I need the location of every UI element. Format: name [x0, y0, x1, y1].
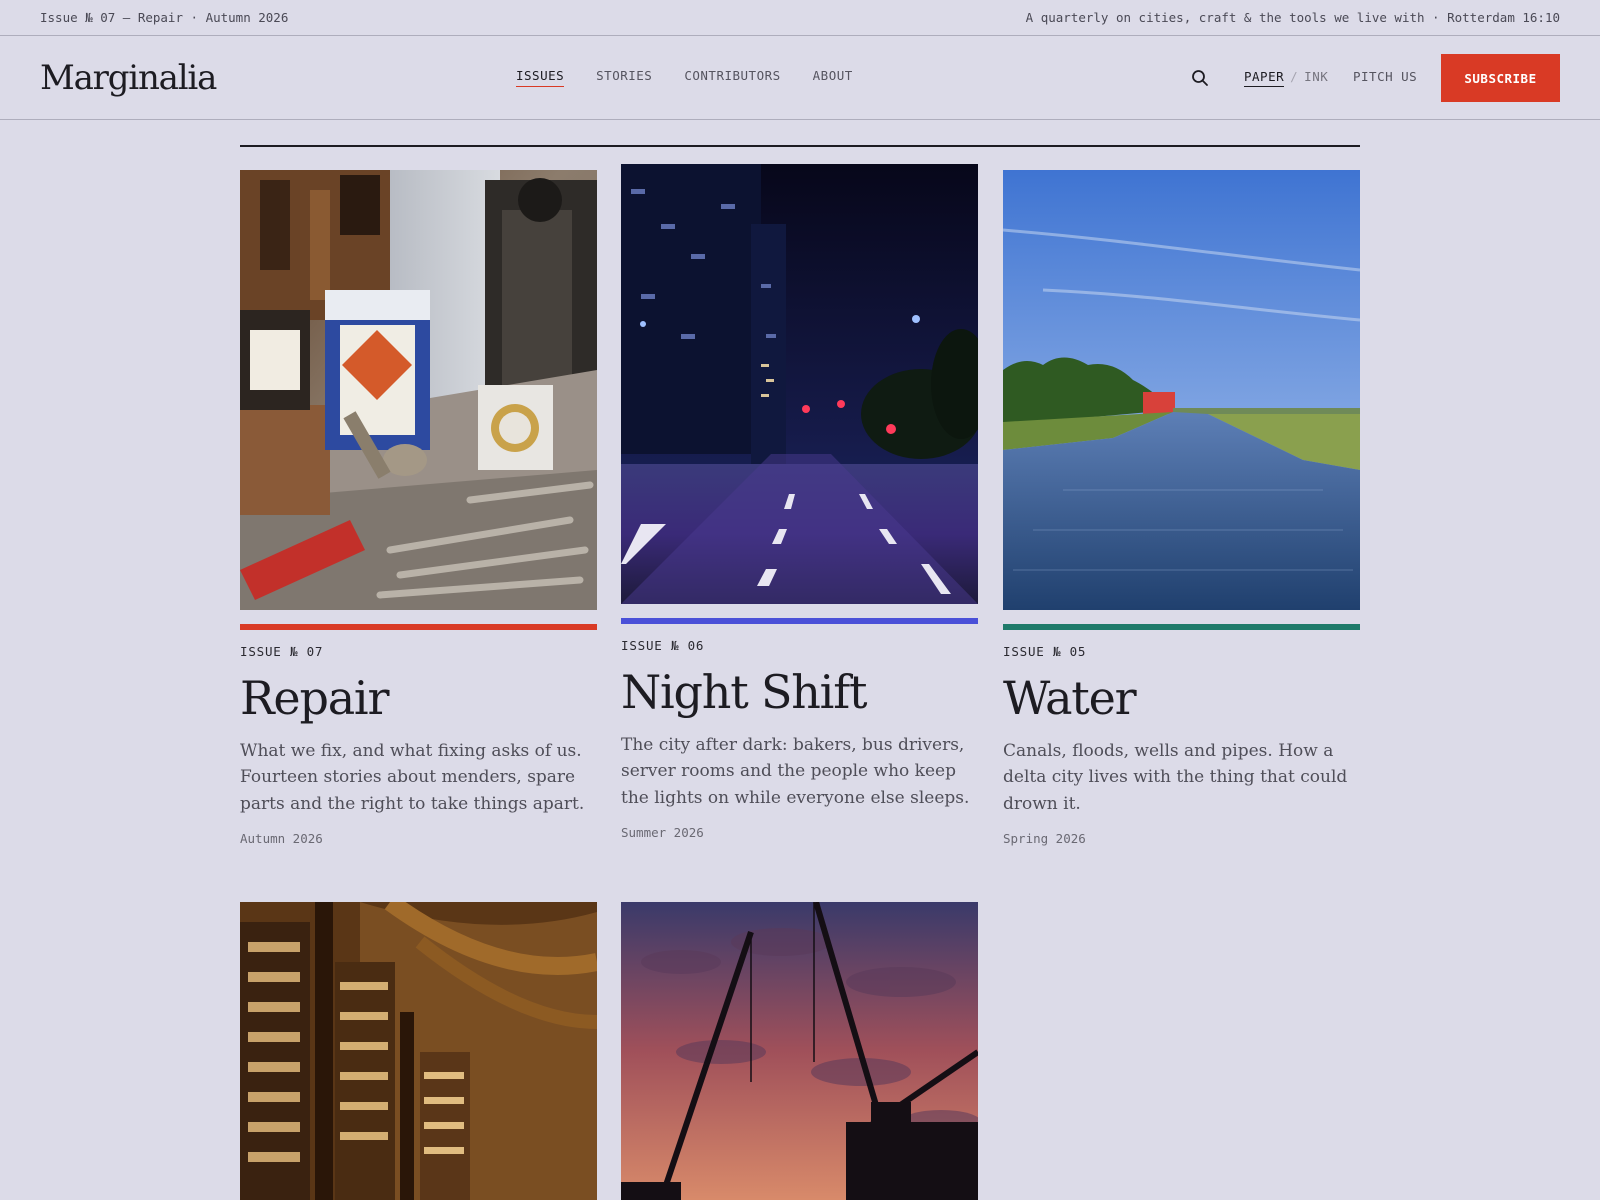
nav-stories[interactable]: STORIES — [596, 68, 652, 87]
subscribe-button[interactable]: SUBSCRIBE — [1441, 54, 1560, 102]
current-issue-text: Issue № 07 — Repair · Autumn 2026 — [40, 10, 289, 25]
issue-season: Spring 2026 — [1003, 831, 1086, 847]
issue-description: What we fix, and what fixing asks of us.… — [240, 740, 585, 814]
issue-card-water[interactable]: ISSUE № 05 Water Canals, floods, wells a… — [1003, 170, 1360, 846]
issue-season: Summer 2026 — [621, 825, 704, 841]
issue-description: Canals, floods, wells and pipes. How a d… — [1003, 740, 1348, 814]
nav-issues[interactable]: ISSUES — [516, 68, 565, 87]
main-nav: ISSUES STORIES CONTRIBUTORS ABOUT — [516, 68, 853, 87]
issue-cover-image[interactable] — [240, 170, 597, 610]
site-logo[interactable]: Marginalia — [40, 58, 217, 98]
issue-title[interactable]: Water — [1003, 673, 1360, 724]
issue-label: ISSUE № 05 — [1003, 644, 1087, 659]
issue-label: ISSUE № 07 — [240, 644, 324, 659]
issue-description: The city after dark: bakers, bus drivers… — [621, 734, 970, 808]
issue-color-stripe — [240, 624, 597, 630]
theme-toggle: PAPER / INK — [1244, 69, 1328, 87]
mode-ink-option[interactable]: INK — [1304, 69, 1328, 87]
top-bar: Issue № 07 — Repair · Autumn 2026 A quar… — [0, 0, 1600, 36]
issue-cover-image[interactable] — [240, 902, 597, 1200]
pitch-us-link[interactable]: PITCH US — [1353, 69, 1417, 84]
issue-cover-image[interactable] — [621, 902, 978, 1200]
issue-title[interactable]: Night Shift — [621, 667, 978, 718]
section-divider — [240, 145, 1360, 147]
issue-cover-image[interactable] — [621, 164, 978, 604]
issue-card-5[interactable] — [621, 902, 978, 1200]
issue-card-night-shift[interactable]: ISSUE № 06 Night Shift The city after da… — [621, 164, 978, 840]
search-icon[interactable] — [1191, 69, 1209, 87]
nav-contributors[interactable]: CONTRIBUTORS — [684, 68, 780, 87]
mode-paper-option[interactable]: PAPER — [1244, 69, 1285, 87]
site-header: Marginalia ISSUES STORIES CONTRIBUTORS A… — [0, 36, 1600, 120]
issue-card-4[interactable] — [240, 902, 597, 1200]
issue-season: Autumn 2026 — [240, 831, 323, 847]
mode-separator: / — [1290, 69, 1299, 84]
issue-card-repair[interactable]: ISSUE № 07 Repair What we fix, and what … — [240, 170, 597, 846]
tagline-text: A quarterly on cities, craft & the tools… — [1025, 10, 1560, 25]
issue-cover-image[interactable] — [1003, 170, 1360, 610]
issue-color-stripe — [621, 618, 978, 624]
issue-color-stripe — [1003, 624, 1360, 630]
nav-about[interactable]: ABOUT — [813, 68, 853, 87]
issue-title[interactable]: Repair — [240, 673, 597, 724]
issue-label: ISSUE № 06 — [621, 638, 705, 653]
